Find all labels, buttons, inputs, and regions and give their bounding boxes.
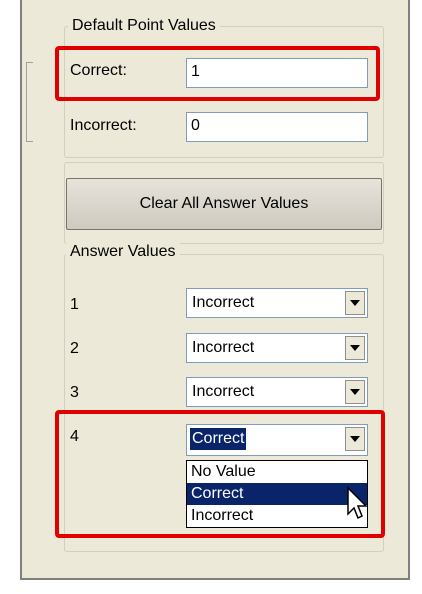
default-point-values-title: Default Point Values — [68, 17, 220, 35]
clear-all-answer-values-button[interactable]: Clear All Answer Values — [66, 178, 382, 230]
answer-1-value: Incorrect — [192, 294, 255, 311]
answer-values-title: Answer Values — [66, 243, 180, 261]
answer-number-3: 3 — [70, 384, 79, 401]
answer-number-1: 1 — [70, 296, 79, 313]
incorrect-label: Incorrect: — [70, 117, 137, 134]
answer-3-value: Incorrect — [192, 383, 255, 400]
answer-4-highlight — [55, 410, 385, 538]
dropdown-arrow-icon[interactable] — [345, 291, 365, 315]
dropdown-arrow-icon[interactable] — [345, 380, 365, 404]
incorrect-points-input[interactable]: 0 — [186, 112, 368, 142]
answer-1-select[interactable]: Incorrect — [186, 288, 368, 318]
splitter-handle[interactable] — [26, 62, 33, 142]
answer-3-select[interactable]: Incorrect — [186, 377, 368, 407]
answer-2-value: Incorrect — [192, 339, 255, 356]
dropdown-arrow-icon[interactable] — [345, 336, 365, 360]
mouse-pointer-icon — [346, 486, 370, 527]
answer-number-2: 2 — [70, 340, 79, 357]
correct-row-highlight — [55, 46, 380, 101]
answer-2-select[interactable]: Incorrect — [186, 333, 368, 363]
